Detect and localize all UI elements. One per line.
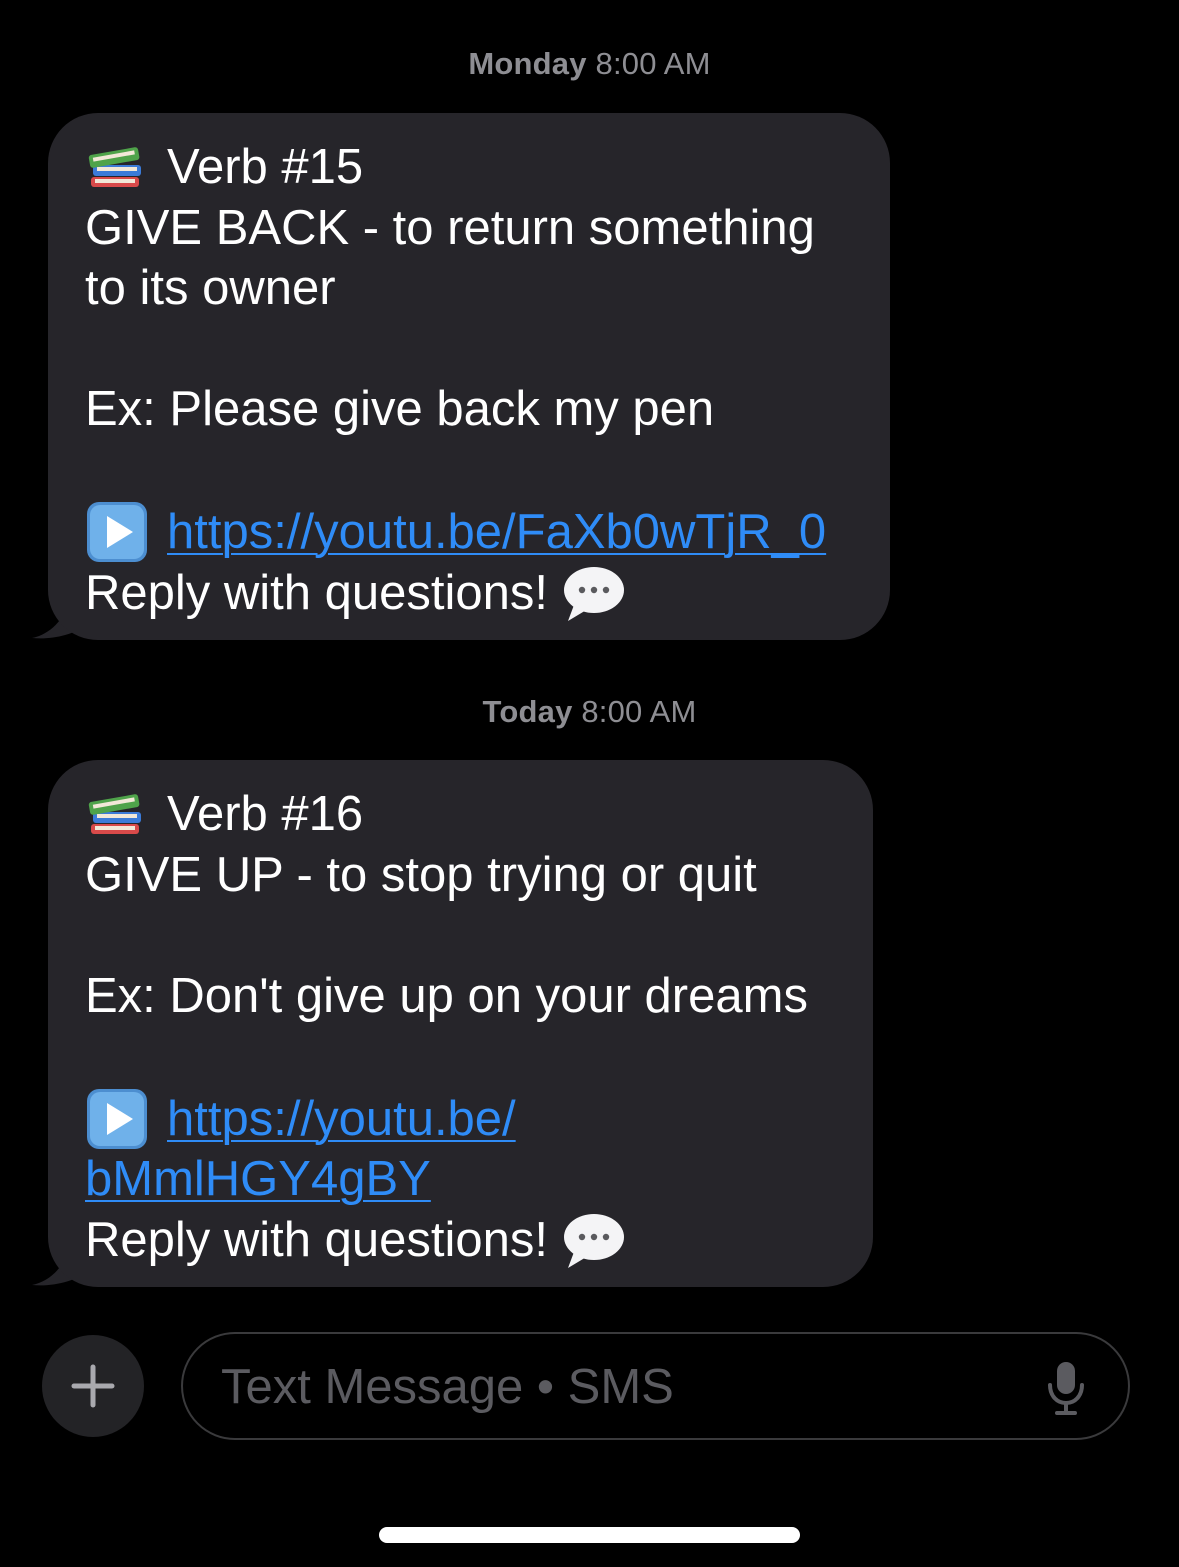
youtube-link-continued[interactable]: bMmlHGY4gBY (85, 1152, 431, 1206)
link-line: https://youtu.be/FaXb0wTjR_0 (85, 500, 860, 563)
play-button-icon (85, 1087, 149, 1147)
message-title: Verb #15 (167, 140, 364, 194)
timestamp-time: 8:00 AM (581, 694, 697, 729)
books-icon (85, 788, 149, 838)
message-input-placeholder: Text Message • SMS (221, 1360, 674, 1414)
message-title-line: Verb #16 (85, 784, 843, 845)
closing-text: Reply with questions! (85, 1212, 549, 1267)
definition-line: GIVE BACK - to return something (85, 200, 815, 255)
speech-balloon-icon (560, 1210, 626, 1270)
example-line: Ex: Don't give up on your dreams (85, 968, 808, 1023)
timestamp-time: 8:00 AM (595, 46, 711, 81)
definition-line-continued: to its owner (85, 261, 336, 315)
plus-icon (71, 1364, 115, 1408)
add-attachment-button[interactable] (42, 1335, 144, 1437)
message-title: Verb #16 (167, 787, 364, 841)
youtube-link[interactable]: https://youtu.be/ (167, 1092, 516, 1146)
timestamp-today: Today 8:00 AM (0, 694, 1179, 730)
timestamp-day: Today (482, 694, 573, 729)
microphone-icon[interactable] (1046, 1360, 1086, 1416)
play-button-icon (85, 500, 149, 560)
timestamp-day: Monday (468, 46, 587, 81)
message-bubble-verb-16[interactable]: Verb #16 GIVE UP - to stop trying or qui… (48, 760, 873, 1287)
home-indicator[interactable] (379, 1527, 800, 1543)
example-line: Ex: Please give back my pen (85, 382, 715, 436)
speech-balloon-icon (560, 563, 626, 623)
message-title-line: Verb #15 (85, 137, 860, 198)
youtube-link[interactable]: https://youtu.be/FaXb0wTjR_0 (167, 505, 826, 559)
link-line-continued: bMmlHGY4gBY (85, 1149, 843, 1210)
closing-text: Reply with questions! (85, 565, 549, 620)
closing-line: Reply with questions! (85, 1210, 843, 1271)
closing-line: Reply with questions! (85, 563, 860, 624)
message-bubble-verb-15[interactable]: Verb #15 GIVE BACK - to return something… (48, 113, 890, 640)
link-line: https://youtu.be/ (85, 1087, 843, 1150)
books-icon (85, 141, 149, 191)
message-input[interactable]: Text Message • SMS (181, 1332, 1130, 1440)
definition-line: GIVE UP - to stop trying or quit (85, 847, 757, 902)
timestamp-monday: Monday 8:00 AM (0, 46, 1179, 82)
